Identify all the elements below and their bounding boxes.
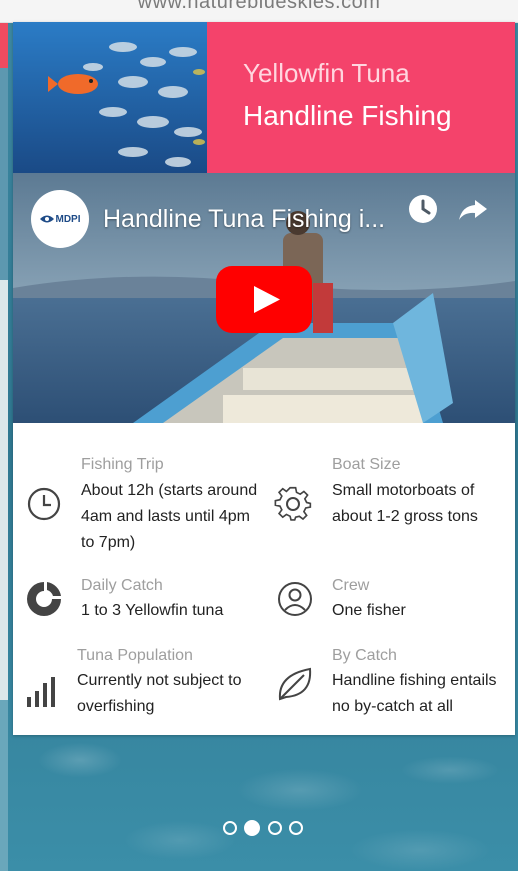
pie-chart-icon <box>27 582 61 616</box>
facts-grid: Fishing Trip About 12h (starts around 4a… <box>13 423 515 735</box>
fact-value: About 12h (starts around 4am and lasts u… <box>81 482 258 551</box>
carousel-dot[interactable] <box>289 821 303 835</box>
carousel-pagination <box>223 820 307 836</box>
person-icon <box>278 582 312 616</box>
youtube-video-embed[interactable]: MDPI Handline Tuna Fishing i... <box>13 173 515 423</box>
fact-label: By Catch <box>332 647 397 664</box>
fact-value: Currently not subject to overfishing <box>77 672 242 715</box>
hero-subtitle: Yellowfin Tuna <box>243 58 410 88</box>
fact-label: Fishing Trip <box>81 456 164 473</box>
fact-label: Boat Size <box>332 456 401 473</box>
mdpi-logo-icon <box>39 215 54 223</box>
carousel-dot-active[interactable] <box>244 820 260 836</box>
fact-fishing-trip: Fishing Trip About 12h (starts around 4a… <box>13 423 263 551</box>
gear-icon <box>274 486 312 521</box>
previous-card-edge <box>0 0 8 871</box>
hero-title: Handline Fishing <box>243 100 452 131</box>
channel-logo-text: MDPI <box>55 213 81 225</box>
bar-chart-icon <box>27 677 55 707</box>
fact-label: Daily Catch <box>81 577 163 594</box>
carousel-dot[interactable] <box>268 821 282 835</box>
fact-crew: Crew One fisher <box>264 571 515 641</box>
carousel-dot[interactable] <box>223 821 237 835</box>
share-arrow-icon[interactable] <box>456 192 490 226</box>
fact-boat-size: Boat Size Small motorboats of about 1-2 … <box>264 423 515 543</box>
fact-value: 1 to 3 Yellowfin tuna <box>81 602 224 619</box>
info-card: Yellowfin Tuna Handline Fishing MDPI Han… <box>13 22 515 735</box>
fact-value: Small motorboats of about 1-2 gross tons <box>332 482 478 525</box>
fact-value: One fisher <box>332 602 406 619</box>
fact-tuna-population: Tuna Population Currently not subject to… <box>13 641 263 721</box>
fact-daily-catch: Daily Catch 1 to 3 Yellowfin tuna <box>13 571 263 641</box>
url-text: www.natureblueskies.com <box>137 0 381 13</box>
clock-icon[interactable] <box>406 192 440 226</box>
video-title[interactable]: Handline Tuna Fishing i... <box>103 205 398 234</box>
leaf-icon <box>278 667 312 701</box>
hero-title-panel: Yellowfin Tuna Handline Fishing <box>207 22 515 173</box>
clock-icon <box>27 487 61 521</box>
youtube-play-icon[interactable] <box>216 266 312 333</box>
fact-label: Crew <box>332 577 370 594</box>
fact-value: Handline fishing entails no by-catch at … <box>332 672 497 715</box>
channel-logo[interactable]: MDPI <box>31 190 89 248</box>
url-bar[interactable]: www.natureblueskies.com <box>0 0 518 23</box>
hero-banner: Yellowfin Tuna Handline Fishing <box>13 22 515 173</box>
fact-label: Tuna Population <box>77 647 193 664</box>
fact-by-catch: By Catch Handline fishing entails no by-… <box>264 641 515 721</box>
fish-school-image <box>13 22 207 173</box>
